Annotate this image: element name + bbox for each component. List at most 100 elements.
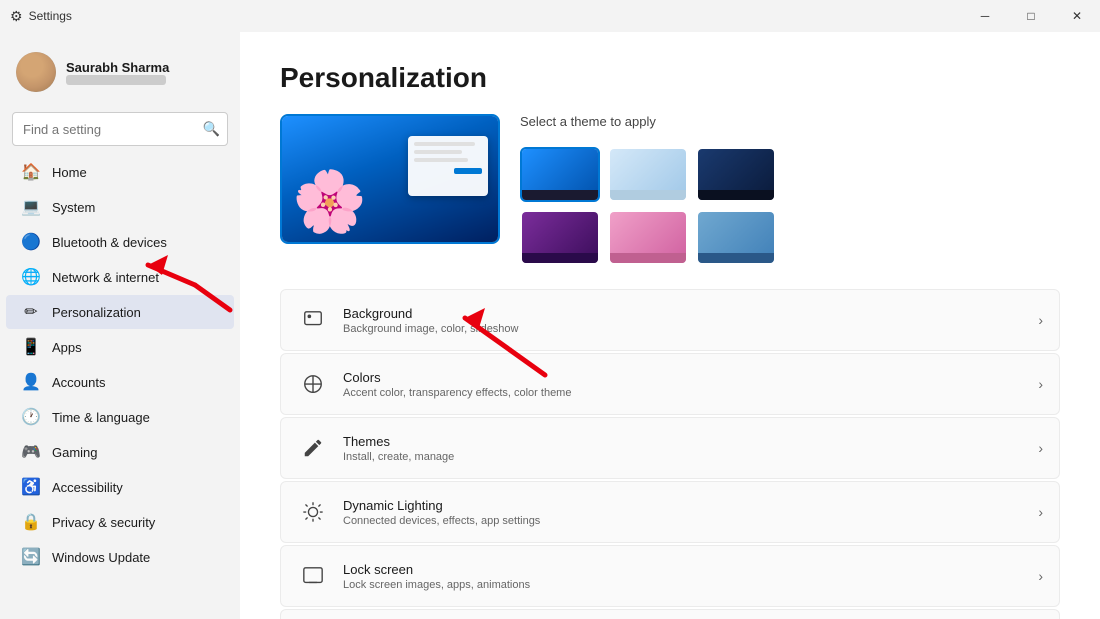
lock-screen-icon bbox=[297, 560, 329, 592]
settings-item-title-lock-screen: Lock screen bbox=[343, 562, 530, 577]
apps-icon: 📱 bbox=[22, 338, 40, 356]
search-box[interactable]: 🔍 bbox=[12, 112, 228, 146]
minimize-button[interactable]: ─ bbox=[962, 0, 1008, 32]
sidebar-item-privacy[interactable]: 🔒 Privacy & security bbox=[6, 505, 234, 539]
theme-thumb-2[interactable] bbox=[696, 147, 776, 202]
settings-item-left: Lock screen Lock screen images, apps, an… bbox=[297, 560, 530, 592]
sidebar-item-label-personalization: Personalization bbox=[52, 305, 141, 320]
settings-item-left: Dynamic Lighting Connected devices, effe… bbox=[297, 496, 540, 528]
search-icon: 🔍 bbox=[203, 121, 220, 138]
close-button[interactable]: ✕ bbox=[1054, 0, 1100, 32]
chevron-icon-colors: › bbox=[1038, 376, 1043, 392]
sidebar-item-network[interactable]: 🌐 Network & internet bbox=[6, 260, 234, 294]
dynamic-lighting-icon bbox=[297, 496, 329, 528]
themes-icon bbox=[297, 432, 329, 464]
settings-item-title-themes: Themes bbox=[343, 434, 454, 449]
titlebar-title: Settings bbox=[29, 9, 72, 23]
chevron-icon-lock-screen: › bbox=[1038, 568, 1043, 584]
settings-item-colors[interactable]: Colors Accent color, transparency effect… bbox=[280, 353, 1060, 415]
titlebar-left: ⚙ Settings bbox=[10, 8, 72, 25]
app-body: Saurabh Sharma 🔍 🏠 Home 💻 System 🔵 Bluet… bbox=[0, 32, 1100, 619]
time-icon: 🕐 bbox=[22, 408, 40, 426]
sidebar-item-label-network: Network & internet bbox=[52, 270, 159, 285]
settings-item-text-dynamic-lighting: Dynamic Lighting Connected devices, effe… bbox=[343, 498, 540, 527]
theme-thumb-3[interactable] bbox=[520, 210, 600, 265]
sidebar-item-home[interactable]: 🏠 Home bbox=[6, 155, 234, 189]
page-title: Personalization bbox=[280, 62, 1060, 94]
settings-item-background[interactable]: Background Background image, color, slid… bbox=[280, 289, 1060, 351]
sidebar: Saurabh Sharma 🔍 🏠 Home 💻 System 🔵 Bluet… bbox=[0, 32, 240, 619]
system-icon: 💻 bbox=[22, 198, 40, 216]
sidebar-item-label-accessibility: Accessibility bbox=[52, 480, 123, 495]
settings-list: Background Background image, color, slid… bbox=[280, 289, 1060, 619]
background-icon bbox=[297, 304, 329, 336]
settings-item-left: Background Background image, color, slid… bbox=[297, 304, 518, 336]
theme-thumbnails bbox=[520, 147, 776, 265]
windows-update-icon: 🔄 bbox=[22, 548, 40, 566]
accounts-icon: 👤 bbox=[22, 373, 40, 391]
settings-item-title-dynamic-lighting: Dynamic Lighting bbox=[343, 498, 540, 513]
settings-item-left: Colors Accent color, transparency effect… bbox=[297, 368, 571, 400]
settings-item-subtitle-background: Background image, color, slideshow bbox=[343, 323, 518, 335]
settings-item-left: Themes Install, create, manage bbox=[297, 432, 454, 464]
privacy-icon: 🔒 bbox=[22, 513, 40, 531]
settings-item-text-lock-screen: Lock screen Lock screen images, apps, an… bbox=[343, 562, 530, 591]
theme-preview-main: 🌸 bbox=[280, 114, 500, 244]
settings-item-text-colors: Colors Accent color, transparency effect… bbox=[343, 370, 571, 399]
settings-item-subtitle-colors: Accent color, transparency effects, colo… bbox=[343, 387, 571, 399]
settings-item-themes[interactable]: Themes Install, create, manage › bbox=[280, 417, 1060, 479]
settings-icon: ⚙ bbox=[10, 8, 23, 25]
sidebar-item-label-time: Time & language bbox=[52, 410, 150, 425]
chevron-icon-background: › bbox=[1038, 312, 1043, 328]
sidebar-item-time[interactable]: 🕐 Time & language bbox=[6, 400, 234, 434]
sidebar-item-label-system: System bbox=[52, 200, 95, 215]
theme-thumb-1[interactable] bbox=[608, 147, 688, 202]
sidebar-item-label-bluetooth: Bluetooth & devices bbox=[52, 235, 167, 250]
sidebar-item-accessibility[interactable]: ♿ Accessibility bbox=[6, 470, 234, 504]
settings-item-title-background: Background bbox=[343, 306, 518, 321]
sidebar-item-label-privacy: Privacy & security bbox=[52, 515, 155, 530]
restore-button[interactable]: □ bbox=[1008, 0, 1054, 32]
sidebar-item-label-apps: Apps bbox=[52, 340, 82, 355]
avatar bbox=[16, 52, 56, 92]
settings-item-title-colors: Colors bbox=[343, 370, 571, 385]
sidebar-item-windows-update[interactable]: 🔄 Windows Update bbox=[6, 540, 234, 574]
sidebar-item-accounts[interactable]: 👤 Accounts bbox=[6, 365, 234, 399]
settings-item-subtitle-themes: Install, create, manage bbox=[343, 451, 454, 463]
sidebar-item-bluetooth[interactable]: 🔵 Bluetooth & devices bbox=[6, 225, 234, 259]
colors-icon bbox=[297, 368, 329, 400]
theme-thumb-5[interactable] bbox=[696, 210, 776, 265]
sidebar-item-label-accounts: Accounts bbox=[52, 375, 105, 390]
settings-item-dynamic-lighting[interactable]: Dynamic Lighting Connected devices, effe… bbox=[280, 481, 1060, 543]
gaming-icon: 🎮 bbox=[22, 443, 40, 461]
sidebar-item-gaming[interactable]: 🎮 Gaming bbox=[6, 435, 234, 469]
user-name: Saurabh Sharma bbox=[66, 60, 169, 75]
main-content: Personalization 🌸 bbox=[240, 32, 1100, 619]
settings-item-lock-screen[interactable]: Lock screen Lock screen images, apps, an… bbox=[280, 545, 1060, 607]
nav-list: 🏠 Home 💻 System 🔵 Bluetooth & devices 🌐 … bbox=[0, 154, 240, 575]
theme-thumb-0[interactable] bbox=[520, 147, 600, 202]
sidebar-item-label-gaming: Gaming bbox=[52, 445, 98, 460]
titlebar: ⚙ Settings ─ □ ✕ bbox=[0, 0, 1100, 32]
sidebar-item-label-windows-update: Windows Update bbox=[52, 550, 150, 565]
sidebar-item-personalization[interactable]: ✏ Personalization bbox=[6, 295, 234, 329]
settings-item-text-themes: Themes Install, create, manage bbox=[343, 434, 454, 463]
home-icon: 🏠 bbox=[22, 163, 40, 181]
sidebar-item-system[interactable]: 💻 System bbox=[6, 190, 234, 224]
theme-thumb-4[interactable] bbox=[608, 210, 688, 265]
settings-item-text-background: Background Background image, color, slid… bbox=[343, 306, 518, 335]
bluetooth-icon: 🔵 bbox=[22, 233, 40, 251]
personalization-icon: ✏ bbox=[22, 303, 40, 321]
search-input[interactable] bbox=[12, 112, 228, 146]
settings-item-text-input[interactable]: Text input Touch keyboard, voice typing,… bbox=[280, 609, 1060, 619]
sidebar-item-apps[interactable]: 📱 Apps bbox=[6, 330, 234, 364]
user-profile[interactable]: Saurabh Sharma bbox=[0, 40, 240, 104]
network-icon: 🌐 bbox=[22, 268, 40, 286]
user-info: Saurabh Sharma bbox=[66, 60, 169, 85]
settings-item-subtitle-dynamic-lighting: Connected devices, effects, app settings bbox=[343, 515, 540, 527]
titlebar-controls: ─ □ ✕ bbox=[962, 0, 1100, 32]
theme-section-label: Select a theme to apply bbox=[520, 114, 776, 129]
sidebar-item-label-home: Home bbox=[52, 165, 87, 180]
settings-item-subtitle-lock-screen: Lock screen images, apps, animations bbox=[343, 579, 530, 591]
theme-section: 🌸 Select a theme to appl bbox=[280, 114, 1060, 265]
